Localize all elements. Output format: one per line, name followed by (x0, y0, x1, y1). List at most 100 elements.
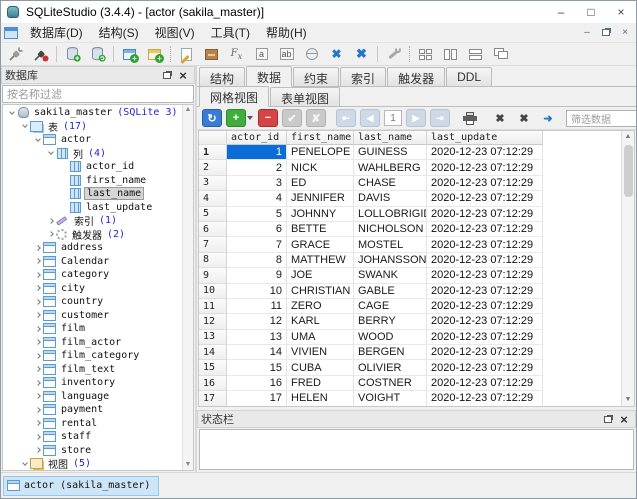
mdi-restore-button[interactable] (598, 26, 614, 40)
menu-structure[interactable]: 结构(S) (91, 22, 147, 43)
cell-last_name[interactable]: WAHLBERG (354, 160, 427, 175)
tree-item-列[interactable]: 列(4) (3, 147, 182, 161)
cell-last_update[interactable]: 2020-12-23 07:12:29 (427, 345, 543, 360)
open-collation-editor-button[interactable]: a (249, 44, 274, 65)
tile-windows-vertically-button[interactable] (438, 44, 463, 65)
add-database-button[interactable] (60, 44, 85, 65)
chevron-right-icon[interactable] (33, 273, 43, 277)
cell-last_update[interactable]: 2020-12-23 07:12:29 (427, 222, 543, 237)
cell-last_update[interactable]: 2020-12-23 07:12:29 (427, 191, 543, 206)
import-table-window-button[interactable]: + (117, 44, 142, 65)
tree-item-address[interactable]: address (3, 241, 182, 255)
column-header-last_update[interactable]: last_update (427, 131, 543, 145)
chevron-down-icon[interactable] (33, 139, 43, 141)
chevron-right-icon[interactable] (33, 300, 43, 304)
status-close-icon[interactable]: × (616, 412, 632, 426)
row-number[interactable]: 13 (199, 330, 227, 345)
dock-float-icon[interactable] (159, 68, 175, 82)
cell-first_name[interactable]: UMA (287, 330, 354, 345)
cell-first_name[interactable]: ZERO (287, 299, 354, 314)
cell-first_name[interactable]: HELEN (287, 391, 354, 406)
cell-actor_id[interactable]: 2 (227, 160, 287, 175)
open-function-editor-button[interactable]: Fx (224, 44, 249, 65)
cell-last_name[interactable]: DAVIS (354, 191, 427, 206)
menu-help[interactable]: 帮助(H) (258, 22, 315, 43)
minimize-button[interactable]: – (546, 1, 576, 23)
chevron-right-icon[interactable] (46, 219, 56, 223)
load-full-data-button[interactable]: ➜ (538, 109, 558, 127)
row-number[interactable]: 4 (199, 191, 227, 206)
column-header-last_name[interactable]: last_name (354, 131, 427, 145)
menu-tools[interactable]: 工具(T) (203, 22, 258, 43)
cell-first_name[interactable]: PENELOPE (287, 145, 354, 160)
cell-last_update[interactable]: 2020-12-23 07:12:29 (427, 314, 543, 329)
delete-row-button[interactable]: − (258, 109, 278, 127)
cell-last_update[interactable]: 2020-12-23 07:12:29 (427, 145, 543, 160)
open-configuration-button[interactable] (381, 44, 406, 65)
disconnect-database-button[interactable] (28, 44, 53, 65)
row-number[interactable]: 15 (199, 360, 227, 375)
viewtab-form-view[interactable]: 表单视图 (270, 87, 340, 106)
tab-structure[interactable]: 结构 (199, 67, 245, 86)
cell-actor_id[interactable]: 3 (227, 176, 287, 191)
cell-last_name[interactable]: VOIGHT (354, 391, 427, 406)
collapse-all-windows-button[interactable]: ✖ (324, 44, 349, 65)
first-page-button[interactable]: ⇤ (336, 109, 356, 127)
status-float-icon[interactable] (600, 412, 616, 426)
cell-last_name[interactable]: OLIVIER (354, 360, 427, 375)
connect-database-button[interactable] (3, 44, 28, 65)
cell-first_name[interactable]: MATTHEW (287, 253, 354, 268)
window-list-item-actor[interactable]: actor (sakila_master) (3, 476, 159, 496)
cell-actor_id[interactable]: 1 (227, 145, 287, 160)
cell-last_name[interactable]: NICHOLSON (354, 222, 427, 237)
cell-last_name[interactable]: COSTNER (354, 376, 427, 391)
cell-last_name[interactable]: LOLLOBRIGIDA (354, 207, 427, 222)
tree-filter-input[interactable]: 按名称过滤 (2, 85, 194, 103)
tree-item-视图[interactable]: 视图(5) (3, 457, 182, 470)
chevron-right-icon[interactable] (33, 286, 43, 290)
cell-last_name[interactable]: BERRY (354, 314, 427, 329)
tab-constraints[interactable]: 约束 (293, 67, 339, 86)
tree-item-actor[interactable]: actor (3, 133, 182, 147)
tree-item-city[interactable]: city (3, 282, 182, 296)
mdi-close-button[interactable]: × (617, 26, 633, 40)
scroll-down-icon[interactable]: ▼ (185, 460, 192, 470)
chevron-right-icon[interactable] (33, 435, 43, 439)
tile-windows-horizontally-button[interactable] (463, 44, 488, 65)
row-number[interactable]: 16 (199, 376, 227, 391)
grid-scroll-thumb[interactable] (624, 145, 633, 197)
cell-actor_id[interactable]: 16 (227, 376, 287, 391)
row-number[interactable]: 8 (199, 253, 227, 268)
open-sql-editor-button[interactable] (174, 44, 199, 65)
cell-last_name[interactable]: MOSTEL (354, 237, 427, 252)
prev-page-button[interactable]: ◀ (360, 109, 380, 127)
chevron-right-icon[interactable] (33, 448, 43, 452)
chevron-right-icon[interactable] (33, 340, 43, 344)
export-table-window-button[interactable]: + (142, 44, 167, 65)
tree-item-staff[interactable]: staff (3, 430, 182, 444)
cell-last_update[interactable]: 2020-12-23 07:12:29 (427, 284, 543, 299)
tile-windows-button[interactable] (413, 44, 438, 65)
chevron-right-icon[interactable] (33, 408, 43, 412)
chevron-right-icon[interactable] (33, 246, 43, 250)
tree-item-film_category[interactable]: film_category (3, 349, 182, 363)
tree-item-表[interactable]: 表(17) (3, 120, 182, 134)
row-number[interactable]: 17 (199, 391, 227, 406)
row-number[interactable]: 10 (199, 284, 227, 299)
tree-item-customer[interactable]: customer (3, 309, 182, 323)
tree-item-film_actor[interactable]: film_actor (3, 336, 182, 350)
cell-actor_id[interactable]: 11 (227, 299, 287, 314)
chevron-right-icon[interactable] (33, 259, 43, 263)
row-number[interactable]: 5 (199, 207, 227, 222)
tree-item-索引[interactable]: 索引(1) (3, 214, 182, 228)
cell-first_name[interactable]: JOHNNY (287, 207, 354, 222)
cell-last_update[interactable]: 2020-12-23 07:12:29 (427, 330, 543, 345)
cell-first_name[interactable]: BETTE (287, 222, 354, 237)
print-button[interactable] (460, 109, 480, 127)
cell-last_update[interactable]: 2020-12-23 07:12:29 (427, 268, 543, 283)
cell-last_update[interactable]: 2020-12-23 07:12:29 (427, 176, 543, 191)
cell-last_name[interactable]: JOHANSSON (354, 253, 427, 268)
column-header-first_name[interactable]: first_name (287, 131, 354, 145)
tree-item-rental[interactable]: rental (3, 417, 182, 431)
row-number[interactable]: 12 (199, 314, 227, 329)
